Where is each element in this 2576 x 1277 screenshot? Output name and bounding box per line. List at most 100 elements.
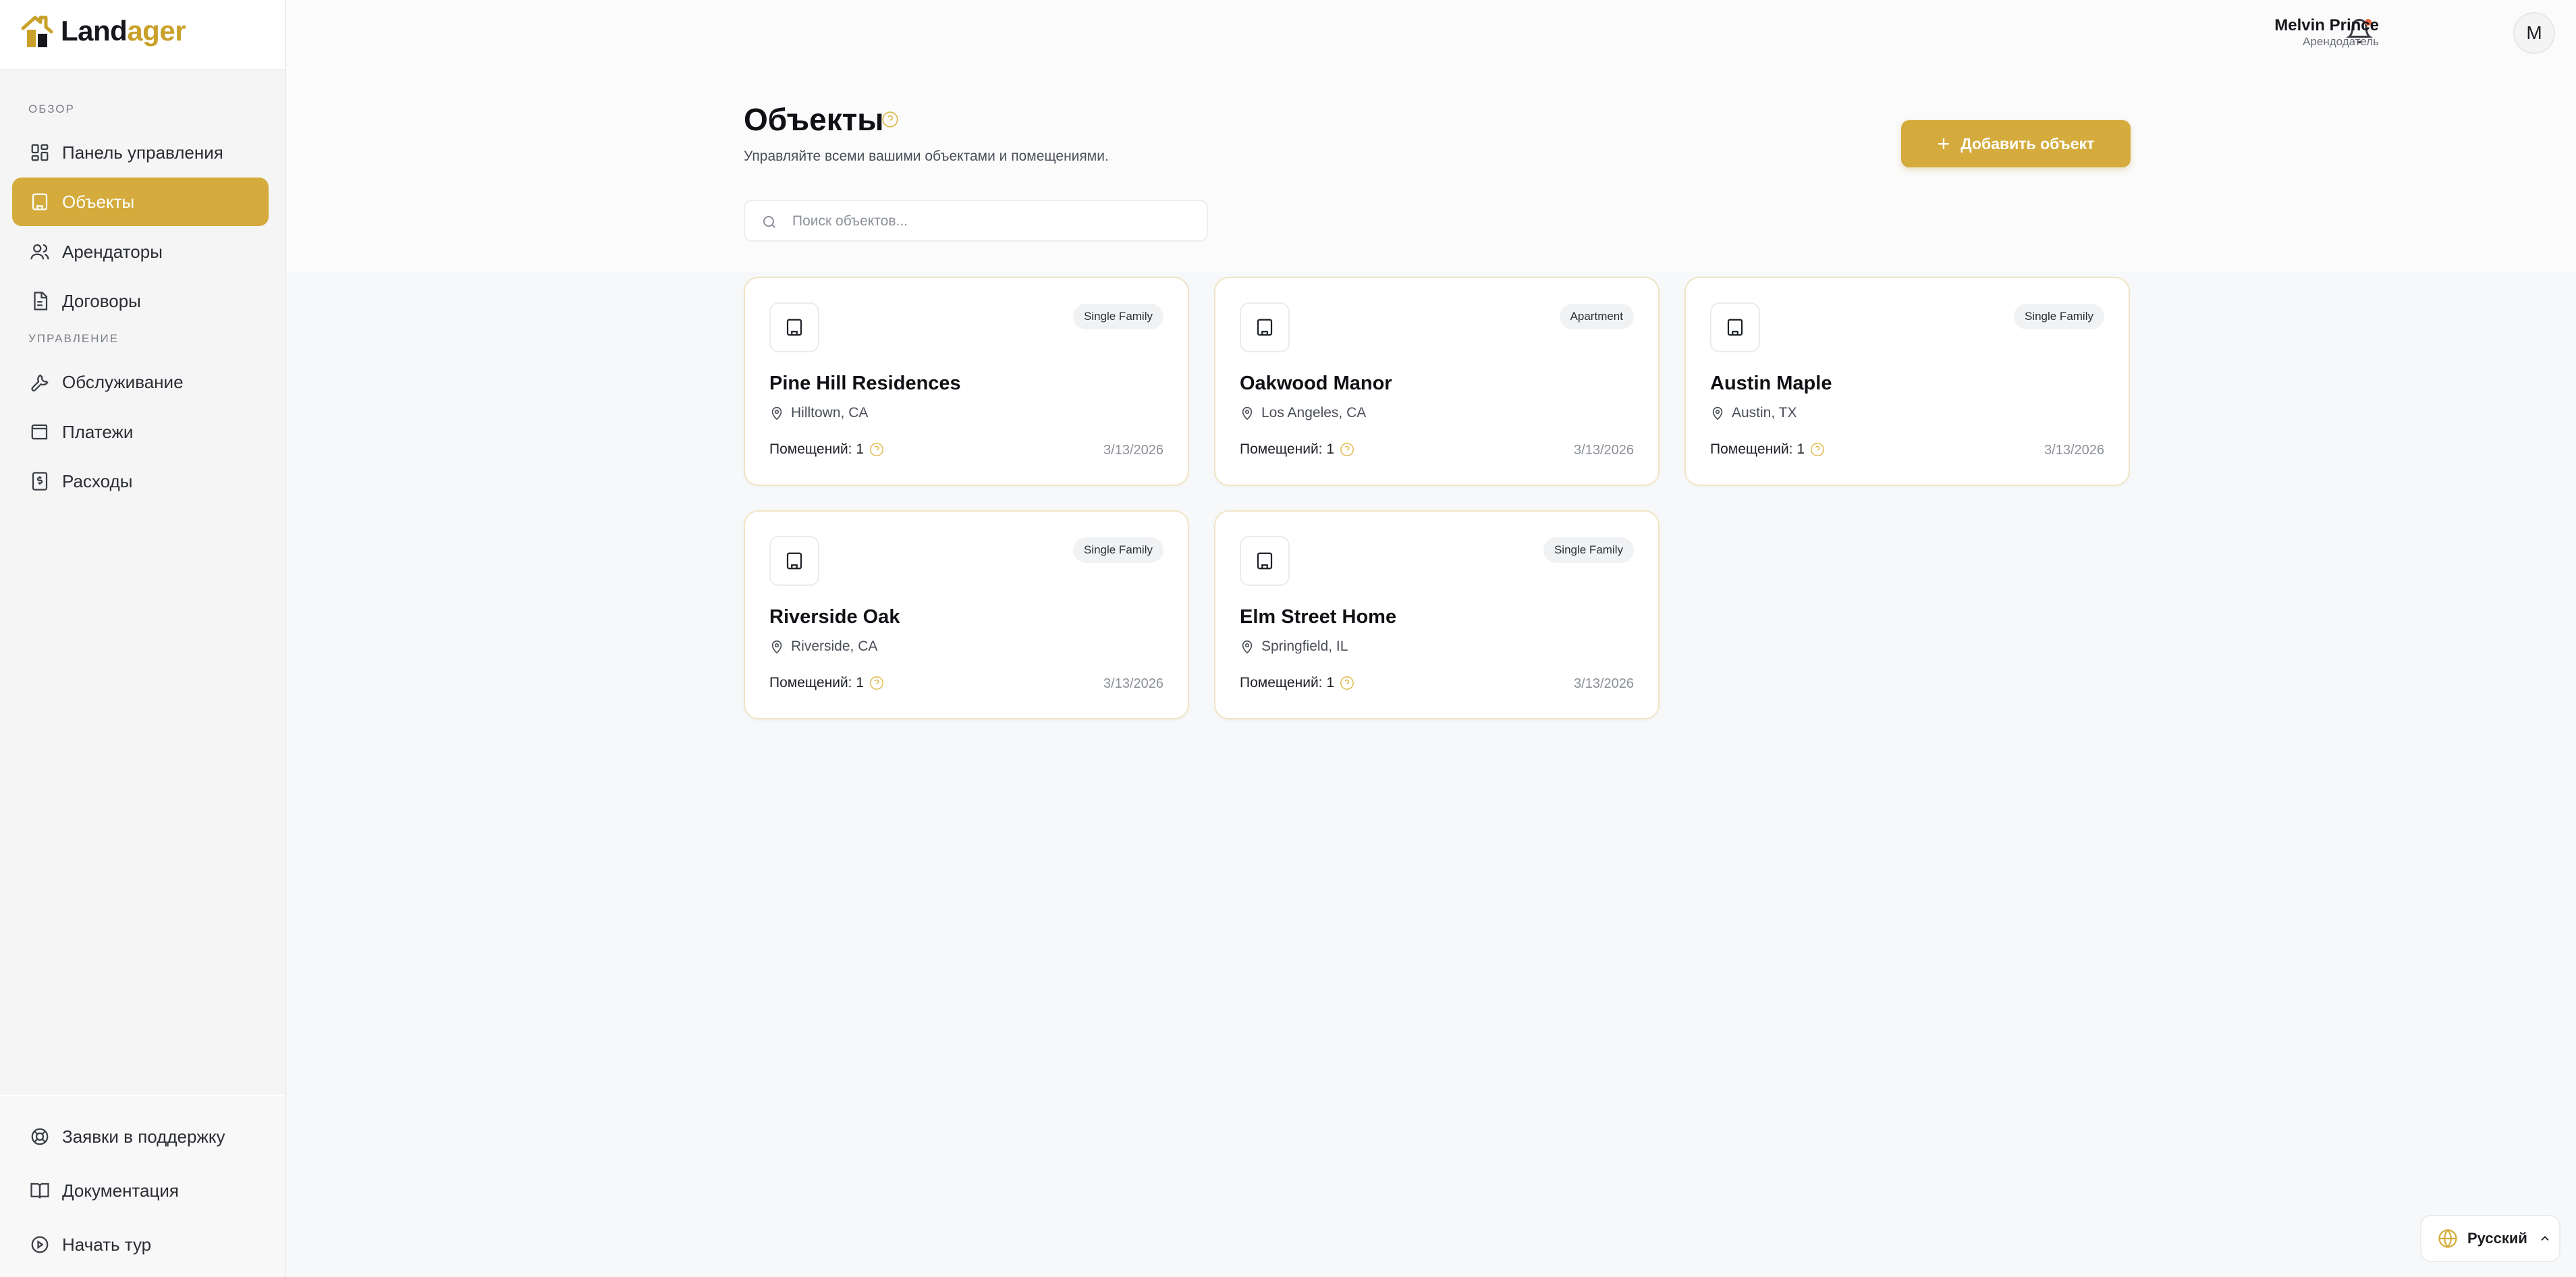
property-units-text: Помещений: 1 <box>1710 441 1805 457</box>
property-location-text: Austin, TX <box>1732 405 1797 420</box>
property-date: 3/13/2026 <box>1574 443 1634 458</box>
users-icon <box>30 244 49 260</box>
property-location: Hilltown, CA <box>769 405 868 421</box>
property-card-elm-street-home[interactable]: Single Family Elm Street Home Springfiel… <box>1214 510 1660 719</box>
sidebar-item-label: Платежи <box>62 421 134 442</box>
search-box[interactable] <box>744 200 1208 242</box>
sidebar-item-support[interactable]: Заявки в поддержку <box>12 1112 269 1161</box>
property-location-text: Hilltown, CA <box>791 405 869 420</box>
help-icon[interactable] <box>869 676 884 690</box>
property-card-pine-hill-residences[interactable]: Single Family Pine Hill Residences Hillt… <box>744 277 1189 486</box>
property-name[interactable]: Pine Hill Residences <box>769 373 961 395</box>
sidebar-item-label: Арендаторы <box>62 241 163 262</box>
chevron-up-icon <box>2541 1236 2549 1241</box>
sidebar-item-label: Документация <box>62 1180 179 1201</box>
sidebar-item-docs[interactable]: Документация <box>12 1166 269 1215</box>
map-pin-icon <box>1712 406 1723 420</box>
sidebar-item-label: Расходы <box>62 470 133 491</box>
play-circle-icon <box>31 1236 49 1253</box>
sidebar-item-payments[interactable]: Платежи <box>12 408 269 456</box>
property-type-badge: Single Family <box>1543 537 1634 563</box>
property-card-oakwood-manor[interactable]: Apartment Oakwood Manor Los Angeles, CA … <box>1214 277 1660 486</box>
section-label-management: УПРАВЛЕНИЕ <box>28 332 119 345</box>
property-units: Помещений: 1 <box>1710 441 1825 458</box>
add-property-button[interactable]: + Добавить объект <box>1901 120 2131 167</box>
property-card-riverside-oak[interactable]: Single Family Riverside Oak Riverside, C… <box>744 510 1189 719</box>
sidebar-item-label: Обслуживание <box>62 371 184 392</box>
book-icon <box>30 1183 49 1199</box>
add-property-label: Добавить объект <box>1961 134 2095 153</box>
search-icon <box>763 216 775 228</box>
help-icon[interactable] <box>869 442 884 457</box>
dashboard-icon <box>31 144 49 161</box>
sidebar-item-label: Панель управления <box>62 142 223 163</box>
property-location-text: Riverside, CA <box>791 638 878 654</box>
language-selector[interactable]: Русский <box>2420 1215 2560 1262</box>
help-icon[interactable] <box>1340 676 1354 690</box>
brand-name: Landager <box>61 15 186 47</box>
property-location-text: Los Angeles, CA <box>1261 405 1367 420</box>
property-type-badge: Single Family <box>1072 304 1163 329</box>
map-pin-icon <box>1242 406 1253 420</box>
sidebar-item-label: Договоры <box>62 290 141 311</box>
property-type-badge: Apartment <box>1559 304 1634 329</box>
help-icon[interactable] <box>1340 442 1354 457</box>
property-location-text: Springfield, IL <box>1261 638 1348 654</box>
sidebar-item-dashboard[interactable]: Панель управления <box>12 128 269 177</box>
property-name[interactable]: Oakwood Manor <box>1240 373 1392 395</box>
help-icon[interactable] <box>881 111 899 128</box>
logo[interactable]: Landager <box>0 0 285 70</box>
sidebar-item-tour[interactable]: Начать тур <box>12 1220 269 1269</box>
property-units: Помещений: 1 <box>1240 675 1354 691</box>
page-title: Объекты <box>744 102 884 137</box>
property-icon-box <box>1240 302 1290 352</box>
map-pin-icon <box>771 640 782 654</box>
section-label-overview: ОБЗОР <box>28 103 75 115</box>
wallet-icon <box>31 424 48 440</box>
avatar[interactable]: M <box>2513 12 2555 54</box>
language-label: Русский <box>2467 1230 2527 1247</box>
property-type-badge: Single Family <box>2013 304 2104 329</box>
map-pin-icon <box>1242 640 1253 654</box>
logo-house-icon <box>21 16 53 47</box>
property-icon-box <box>769 302 819 352</box>
user-role: Арендодатель <box>2303 35 2379 48</box>
sidebar-item-label: Заявки в поддержку <box>62 1126 225 1147</box>
property-name[interactable]: Elm Street Home <box>1240 606 1396 628</box>
sidebar-item-expenses[interactable]: Расходы <box>12 457 269 506</box>
sidebar: Landager ОБЗОР Панель управления Объекты… <box>0 0 286 1277</box>
building-icon <box>32 193 48 211</box>
property-location: Springfield, IL <box>1240 638 1348 655</box>
sidebar-item-maintenance[interactable]: Обслуживание <box>12 358 269 406</box>
property-units-text: Помещений: 1 <box>1240 441 1335 457</box>
property-units-text: Помещений: 1 <box>1240 675 1335 690</box>
property-units-text: Помещений: 1 <box>769 675 865 690</box>
user-name[interactable]: Melvin Prince <box>2274 16 2379 35</box>
property-name[interactable]: Austin Maple <box>1710 373 1832 395</box>
sidebar-item-tenants[interactable]: Арендаторы <box>12 227 269 276</box>
sidebar-item-properties[interactable]: Объекты <box>12 178 269 226</box>
top-bar <box>286 0 2576 65</box>
map-pin-icon <box>771 406 782 420</box>
building-icon <box>1257 319 1273 336</box>
sidebar-item-label: Объекты <box>62 191 135 212</box>
property-units: Помещений: 1 <box>1240 441 1354 458</box>
property-location: Riverside, CA <box>769 638 877 655</box>
plus-icon: + <box>1937 132 1950 156</box>
property-card-austin-maple[interactable]: Single Family Austin Maple Austin, TX По… <box>1684 277 2130 486</box>
document-icon <box>34 292 48 310</box>
property-location: Los Angeles, CA <box>1240 405 1366 421</box>
property-units-text: Помещений: 1 <box>769 441 865 457</box>
property-icon-box <box>1240 536 1290 586</box>
property-type-badge: Single Family <box>1072 537 1163 563</box>
help-icon[interactable] <box>1810 442 1825 457</box>
sidebar-divider <box>0 1095 285 1096</box>
property-name[interactable]: Riverside Oak <box>769 606 900 628</box>
sidebar-item-contracts[interactable]: Договоры <box>12 277 269 325</box>
property-icon-box <box>1710 302 1760 352</box>
sidebar-item-label: Начать тур <box>62 1234 152 1255</box>
building-icon <box>786 319 802 336</box>
page-header <box>286 65 2576 271</box>
building-icon <box>1727 319 1743 336</box>
search-input[interactable] <box>792 209 1197 234</box>
